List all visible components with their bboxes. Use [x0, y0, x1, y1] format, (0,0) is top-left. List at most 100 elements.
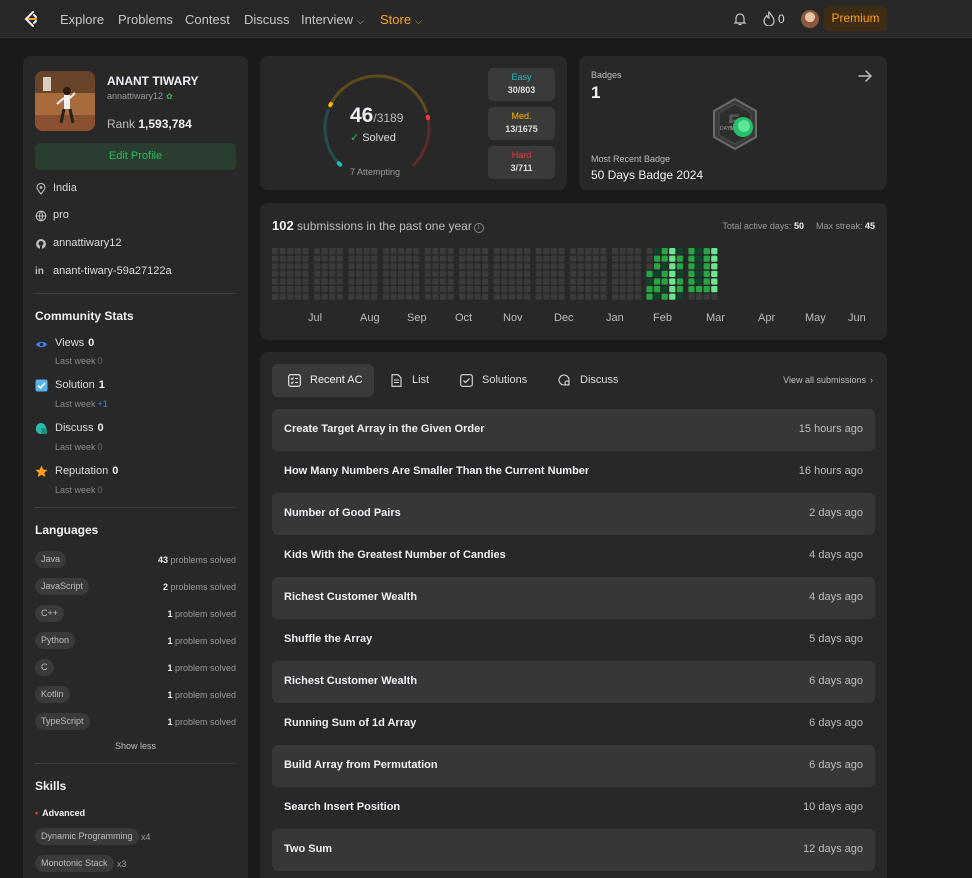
heatmap-cell[interactable] — [398, 248, 405, 255]
heatmap-cell[interactable] — [570, 263, 577, 270]
heatmap-cell[interactable] — [329, 278, 336, 285]
heatmap-cell[interactable] — [440, 255, 447, 262]
linkedin-link[interactable]: anant-tiwary-59a27122a — [53, 265, 172, 277]
heatmap-cell[interactable] — [447, 263, 454, 270]
submission-row[interactable]: Search Insert Position 10 days ago — [272, 787, 875, 829]
heatmap-cell[interactable] — [336, 278, 343, 285]
heatmap-cell[interactable] — [570, 270, 577, 277]
github-link[interactable]: annattiwary12 — [53, 237, 122, 249]
heatmap-cell[interactable] — [676, 270, 683, 277]
heatmap-cell[interactable] — [501, 286, 508, 293]
heatmap-cell[interactable] — [459, 255, 466, 262]
heatmap-cell[interactable] — [524, 293, 531, 300]
heatmap-cell[interactable] — [688, 270, 695, 277]
heatmap-cell[interactable] — [646, 263, 653, 270]
heatmap-cell[interactable] — [661, 255, 668, 262]
heatmap-cell[interactable] — [405, 263, 412, 270]
heatmap-cell[interactable] — [646, 278, 653, 285]
heatmap-cell[interactable] — [474, 286, 481, 293]
heatmap-cell[interactable] — [612, 263, 619, 270]
submission-row[interactable]: How Many Numbers Are Smaller Than the Cu… — [272, 451, 875, 493]
heatmap-cell[interactable] — [294, 278, 301, 285]
heatmap-cell[interactable] — [646, 286, 653, 293]
heatmap-cell[interactable] — [482, 255, 489, 262]
heatmap-cell[interactable] — [336, 255, 343, 262]
heatmap-cell[interactable] — [524, 278, 531, 285]
heatmap-cell[interactable] — [424, 263, 431, 270]
heatmap-cell[interactable] — [482, 263, 489, 270]
heatmap-cell[interactable] — [371, 263, 378, 270]
heatmap-cell[interactable] — [459, 270, 466, 277]
tab-recent-ac[interactable]: Recent AC — [272, 364, 374, 397]
heatmap-cell[interactable] — [302, 263, 309, 270]
heatmap-cell[interactable] — [501, 255, 508, 262]
heatmap-cell[interactable] — [279, 263, 286, 270]
heatmap-cell[interactable] — [669, 278, 676, 285]
heatmap-cell[interactable] — [661, 293, 668, 300]
heatmap-cell[interactable] — [592, 270, 599, 277]
heatmap-cell[interactable] — [336, 286, 343, 293]
skill-tag-dp[interactable]: Dynamic Programming — [35, 828, 139, 845]
heatmap-cell[interactable] — [405, 248, 412, 255]
heatmap-cell[interactable] — [482, 270, 489, 277]
heatmap-cell[interactable] — [348, 263, 355, 270]
heatmap-cell[interactable] — [558, 263, 565, 270]
heatmap-cell[interactable] — [592, 248, 599, 255]
heatmap-cell[interactable] — [459, 278, 466, 285]
heatmap-cell[interactable] — [356, 255, 363, 262]
heatmap-cell[interactable] — [508, 263, 515, 270]
heatmap-cell[interactable] — [440, 286, 447, 293]
heatmap-cell[interactable] — [466, 278, 473, 285]
heatmap-cell[interactable] — [688, 278, 695, 285]
heatmap-cell[interactable] — [585, 278, 592, 285]
heatmap-cell[interactable] — [459, 293, 466, 300]
heatmap-cell[interactable] — [466, 255, 473, 262]
heatmap-cell[interactable] — [600, 248, 607, 255]
heatmap-cell[interactable] — [390, 248, 397, 255]
heatmap-cell[interactable] — [474, 263, 481, 270]
heatmap-cell[interactable] — [619, 293, 626, 300]
tab-discuss[interactable]: Discuss — [542, 364, 638, 397]
heatmap-cell[interactable] — [570, 278, 577, 285]
heatmap-cell[interactable] — [646, 255, 653, 262]
heatmap-cell[interactable] — [466, 248, 473, 255]
heatmap-cell[interactable] — [371, 278, 378, 285]
heatmap-cell[interactable] — [321, 248, 328, 255]
heatmap-cell[interactable] — [474, 278, 481, 285]
heatmap-cell[interactable] — [696, 286, 703, 293]
heatmap-cell[interactable] — [676, 293, 683, 300]
heatmap-cell[interactable] — [382, 286, 389, 293]
heatmap-cell[interactable] — [585, 286, 592, 293]
heatmap-cell[interactable] — [314, 270, 321, 277]
heatmap-cell[interactable] — [654, 248, 661, 255]
heatmap-cell[interactable] — [321, 263, 328, 270]
heatmap-cell[interactable] — [696, 263, 703, 270]
heatmap-cell[interactable] — [535, 270, 542, 277]
heatmap-cell[interactable] — [577, 270, 584, 277]
heatmap-cell[interactable] — [516, 255, 523, 262]
heatmap-cell[interactable] — [634, 286, 641, 293]
heatmap-cell[interactable] — [440, 270, 447, 277]
heatmap-cell[interactable] — [398, 255, 405, 262]
heatmap-cell[interactable] — [516, 293, 523, 300]
heatmap-cell[interactable] — [432, 255, 439, 262]
heatmap-cell[interactable] — [627, 255, 634, 262]
lang-tag-cpp[interactable]: C++ — [35, 605, 65, 622]
heatmap-cell[interactable] — [432, 278, 439, 285]
heatmap-cell[interactable] — [543, 263, 550, 270]
heatmap-cell[interactable] — [688, 293, 695, 300]
heatmap-cell[interactable] — [398, 293, 405, 300]
heatmap-cell[interactable] — [424, 270, 431, 277]
heatmap-cell[interactable] — [703, 293, 710, 300]
heatmap-cell[interactable] — [570, 293, 577, 300]
heatmap-cell[interactable] — [390, 263, 397, 270]
heatmap-cell[interactable] — [398, 278, 405, 285]
heatmap-cell[interactable] — [363, 270, 370, 277]
heatmap-cell[interactable] — [336, 248, 343, 255]
heatmap-cell[interactable] — [272, 270, 279, 277]
heatmap-cell[interactable] — [348, 278, 355, 285]
heatmap-cell[interactable] — [302, 270, 309, 277]
heatmap-cell[interactable] — [474, 255, 481, 262]
heatmap-cell[interactable] — [592, 293, 599, 300]
heatmap-cell[interactable] — [550, 293, 557, 300]
